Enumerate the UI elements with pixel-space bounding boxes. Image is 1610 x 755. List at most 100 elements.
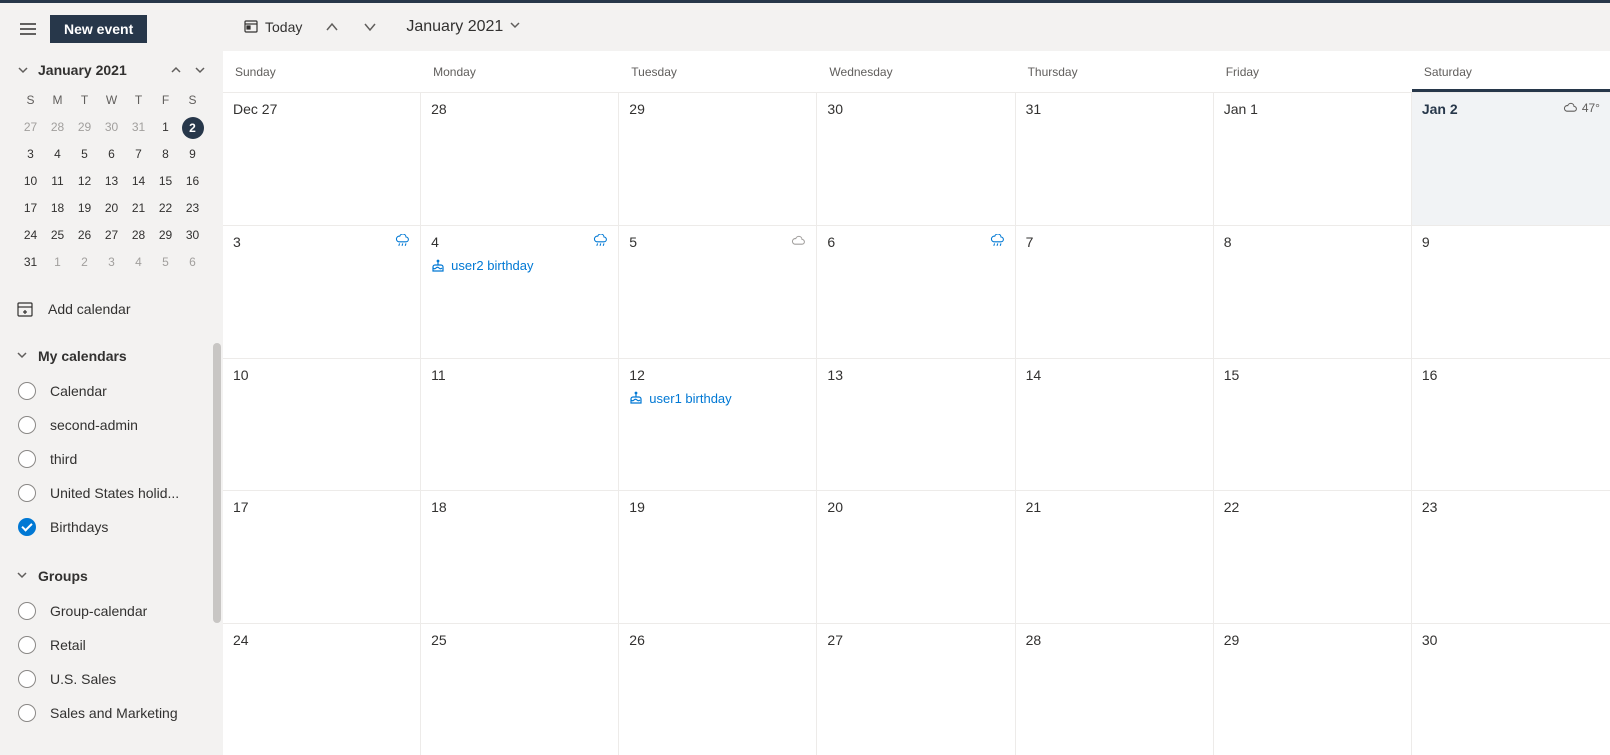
mini-day[interactable]: 6 <box>179 249 206 276</box>
mini-day[interactable]: 31 <box>125 114 152 141</box>
mini-day[interactable]: 3 <box>17 141 44 168</box>
hamburger-icon[interactable] <box>14 15 42 43</box>
mini-day[interactable]: 4 <box>125 249 152 276</box>
mini-day[interactable]: 15 <box>152 168 179 195</box>
day-cell[interactable]: 5 <box>619 226 817 357</box>
calendar-item[interactable]: United States holid... <box>0 476 223 510</box>
calendar-item[interactable]: Group-calendar <box>0 594 223 628</box>
calendar-toggle[interactable] <box>18 704 36 722</box>
calendar-toggle[interactable] <box>18 484 36 502</box>
mini-day[interactable]: 9 <box>179 141 206 168</box>
day-cell[interactable]: 21 <box>1016 491 1214 622</box>
mini-day[interactable]: 13 <box>98 168 125 195</box>
day-cell[interactable]: 29 <box>619 93 817 225</box>
day-cell[interactable]: 4user2 birthday <box>421 226 619 357</box>
mini-day[interactable]: 5 <box>152 249 179 276</box>
day-cell[interactable]: Dec 27 <box>223 93 421 225</box>
calendar-item[interactable]: U.S. Sales <box>0 662 223 696</box>
day-cell[interactable]: 30 <box>817 93 1015 225</box>
mini-day[interactable]: 10 <box>17 168 44 195</box>
mini-day[interactable]: 30 <box>179 222 206 249</box>
calendar-section-header[interactable]: Groups <box>0 562 223 590</box>
mini-day[interactable]: 28 <box>44 114 71 141</box>
mini-day[interactable]: 2 <box>182 117 204 139</box>
day-cell[interactable]: 17 <box>223 491 421 622</box>
add-calendar-button[interactable]: Add calendar <box>0 290 223 328</box>
day-cell[interactable]: 23 <box>1412 491 1610 622</box>
month-picker-button[interactable]: January 2021 <box>398 12 529 42</box>
calendar-item[interactable]: Calendar <box>0 374 223 408</box>
day-cell[interactable]: 29 <box>1214 624 1412 755</box>
mini-day[interactable]: 1 <box>152 114 179 141</box>
sidebar-scrollbar[interactable] <box>211 343 223 683</box>
calendar-toggle[interactable] <box>18 382 36 400</box>
mini-day[interactable]: 7 <box>125 141 152 168</box>
day-cell[interactable]: Jan 1 <box>1214 93 1412 225</box>
mini-day[interactable]: 25 <box>44 222 71 249</box>
prev-period-button[interactable] <box>316 11 348 43</box>
mini-day[interactable]: 30 <box>98 114 125 141</box>
mini-day[interactable]: 5 <box>71 141 98 168</box>
day-cell[interactable]: 26 <box>619 624 817 755</box>
mini-day[interactable]: 29 <box>152 222 179 249</box>
mini-day[interactable]: 24 <box>17 222 44 249</box>
calendar-toggle[interactable] <box>18 670 36 688</box>
day-cell[interactable]: 7 <box>1016 226 1214 357</box>
calendar-item[interactable]: second-admin <box>0 408 223 442</box>
calendar-section-header[interactable]: My calendars <box>0 342 223 370</box>
mini-day[interactable]: 18 <box>44 195 71 222</box>
calendar-toggle[interactable] <box>18 636 36 654</box>
next-period-button[interactable] <box>354 11 386 43</box>
new-event-button[interactable]: New event <box>50 15 147 43</box>
day-cell[interactable]: 14 <box>1016 359 1214 490</box>
mini-day[interactable]: 4 <box>44 141 71 168</box>
day-cell[interactable]: 13 <box>817 359 1015 490</box>
mini-next-icon[interactable] <box>189 59 211 81</box>
calendar-toggle[interactable] <box>18 450 36 468</box>
chevron-down-icon[interactable] <box>12 59 34 81</box>
mini-day[interactable]: 31 <box>17 249 44 276</box>
calendar-item[interactable]: Retail <box>0 628 223 662</box>
mini-day[interactable]: 8 <box>152 141 179 168</box>
day-cell[interactable]: 31 <box>1016 93 1214 225</box>
calendar-toggle[interactable] <box>18 602 36 620</box>
calendar-toggle[interactable] <box>18 518 36 536</box>
mini-day[interactable]: 27 <box>17 114 44 141</box>
mini-prev-icon[interactable] <box>165 59 187 81</box>
mini-day[interactable]: 21 <box>125 195 152 222</box>
mini-day[interactable]: 2 <box>71 249 98 276</box>
day-cell[interactable]: 28 <box>1016 624 1214 755</box>
day-cell[interactable]: 12user1 birthday <box>619 359 817 490</box>
calendar-toggle[interactable] <box>18 416 36 434</box>
day-cell[interactable]: 10 <box>223 359 421 490</box>
calendar-item[interactable]: third <box>0 442 223 476</box>
mini-day[interactable]: 27 <box>98 222 125 249</box>
mini-day[interactable]: 29 <box>71 114 98 141</box>
day-cell[interactable]: 25 <box>421 624 619 755</box>
mini-day[interactable]: 20 <box>98 195 125 222</box>
day-cell[interactable]: 9 <box>1412 226 1610 357</box>
day-cell[interactable]: 16 <box>1412 359 1610 490</box>
mini-day[interactable]: 6 <box>98 141 125 168</box>
calendar-event[interactable]: user2 birthday <box>431 258 608 273</box>
mini-day[interactable]: 19 <box>71 195 98 222</box>
mini-day[interactable]: 23 <box>179 195 206 222</box>
day-cell[interactable]: 24 <box>223 624 421 755</box>
mini-day[interactable]: 1 <box>44 249 71 276</box>
mini-day[interactable]: 12 <box>71 168 98 195</box>
day-cell[interactable]: 20 <box>817 491 1015 622</box>
day-cell[interactable]: 28 <box>421 93 619 225</box>
day-cell[interactable]: Jan 247° <box>1412 93 1610 225</box>
mini-day[interactable]: 3 <box>98 249 125 276</box>
calendar-item[interactable]: Sales and Marketing <box>0 696 223 730</box>
mini-day[interactable]: 28 <box>125 222 152 249</box>
day-cell[interactable]: 8 <box>1214 226 1412 357</box>
mini-day[interactable]: 16 <box>179 168 206 195</box>
calendar-item[interactable]: Birthdays <box>0 510 223 544</box>
day-cell[interactable]: 3 <box>223 226 421 357</box>
mini-day[interactable]: 14 <box>125 168 152 195</box>
mini-day[interactable]: 17 <box>17 195 44 222</box>
day-cell[interactable]: 11 <box>421 359 619 490</box>
mini-day[interactable]: 22 <box>152 195 179 222</box>
day-cell[interactable]: 6 <box>817 226 1015 357</box>
